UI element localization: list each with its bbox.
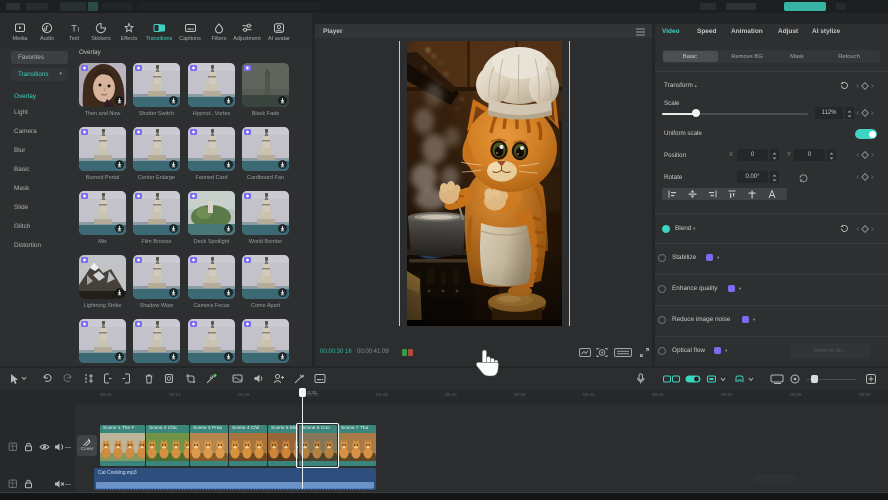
svg-text:T: T: [71, 24, 77, 35]
svg-text:I: I: [78, 28, 80, 34]
